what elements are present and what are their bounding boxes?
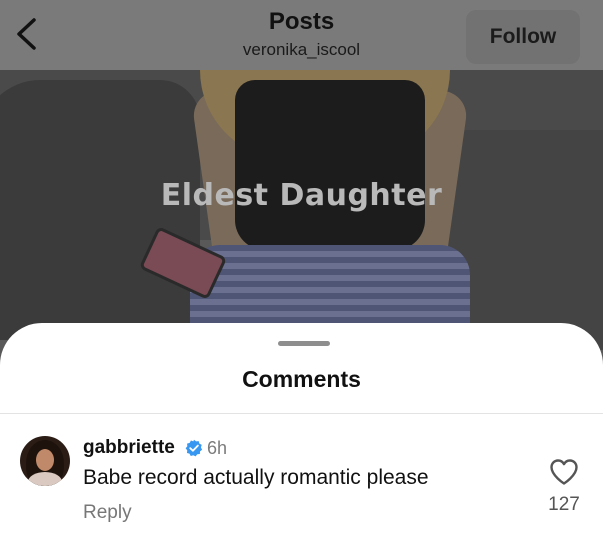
comment-item: gabbriette 6h Babe record actually roman…	[0, 413, 603, 549]
reply-button[interactable]: Reply	[83, 502, 132, 524]
heart-outline-icon	[550, 459, 578, 485]
post-comments-screen: Eldest Daughter Posts veronika_iscool Fo…	[0, 0, 603, 549]
sheet-drag-handle[interactable]	[278, 341, 330, 346]
like-count: 127	[548, 494, 580, 515]
avatar[interactable]	[20, 436, 70, 486]
follow-button[interactable]: Follow	[466, 10, 580, 64]
top-header: Posts veronika_iscool Follow	[0, 0, 603, 70]
comments-title: Comments	[242, 366, 361, 392]
like-button[interactable]	[549, 458, 579, 486]
post-overlay-caption: Eldest Daughter	[160, 178, 443, 213]
comment-timestamp: 6h	[207, 438, 228, 458]
comments-sheet: Comments gabbriette 6h Babe record actua…	[0, 323, 603, 549]
comment-username[interactable]: gabbriette	[83, 437, 175, 459]
verified-badge-icon	[185, 439, 203, 457]
comment-text: Babe record actually romantic please	[83, 466, 429, 489]
